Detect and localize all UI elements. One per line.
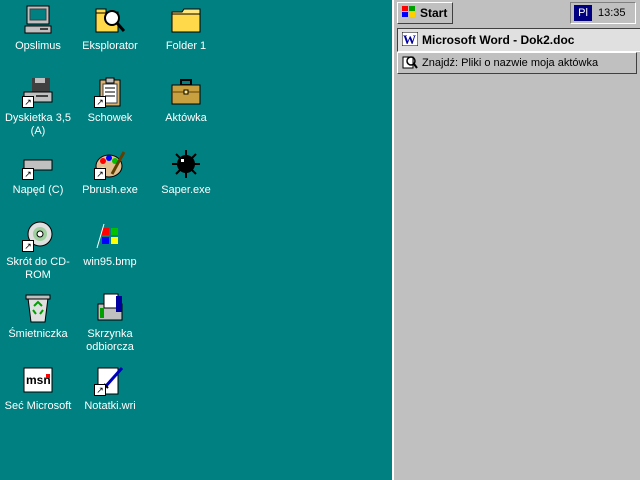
desktop-icon-recycle-bin[interactable]: Śmietniczka bbox=[2, 292, 74, 341]
icon-label: Napęd (C) bbox=[12, 184, 64, 196]
shortcut-arrow-icon: ↗ bbox=[94, 168, 106, 180]
windows-logo-icon bbox=[402, 5, 416, 21]
icon-label: Skrzynka odbiorcza bbox=[86, 328, 134, 353]
desktop-icon-briefcase[interactable]: Aktówka bbox=[150, 76, 222, 125]
icon-label: Saper.exe bbox=[161, 184, 211, 196]
desktop-icon-cdrom-shortcut[interactable]: ↗ Skrót do CD-ROM bbox=[2, 220, 74, 282]
desktop-icon-notatki[interactable]: ↗ Notatki.wri bbox=[74, 364, 146, 413]
minesweeper-icon bbox=[170, 148, 202, 180]
icon-label: Pbrush.exe bbox=[82, 184, 138, 196]
shortcut-arrow-icon: ↗ bbox=[22, 168, 34, 180]
desktop-icon-clipboard[interactable]: ↗ Schowek bbox=[74, 76, 146, 125]
cdrom-icon: ↗ bbox=[22, 220, 54, 252]
desktop-icon-folder-1[interactable]: Folder 1 bbox=[150, 4, 222, 53]
explorer-icon bbox=[94, 4, 126, 36]
icon-label: Schowek bbox=[87, 112, 133, 124]
taskbar: Start Pl 13:35 W Microsoft Word - Dok2.d… bbox=[392, 0, 640, 480]
desktop-icon-msn[interactable]: msn Seć Microsoft bbox=[2, 364, 74, 413]
icon-label: Aktówka bbox=[165, 112, 207, 124]
icon-label: Opslimus bbox=[15, 40, 61, 52]
task-button-find[interactable]: Znajdź: Pliki o nazwie moja aktówka bbox=[397, 52, 637, 74]
icon-label: Śmietniczka bbox=[8, 328, 68, 340]
floppy-drive-icon: ↗ bbox=[22, 76, 54, 108]
start-label: Start bbox=[420, 6, 448, 20]
icon-label: Notatki.wri bbox=[84, 400, 136, 412]
inbox-icon bbox=[94, 292, 126, 324]
desktop-icon-floppy[interactable]: ↗ Dyskietka 3,5 (A) bbox=[2, 76, 74, 138]
desktop-icon-my-computer[interactable]: Opslimus bbox=[2, 4, 74, 53]
desktop-icon-drive-c[interactable]: ↗ Napęd (C) bbox=[2, 148, 74, 197]
task-label: Microsoft Word - Dok2.doc bbox=[422, 33, 575, 47]
icon-label: Dyskietka 3,5 (A) bbox=[4, 112, 72, 137]
svg-text:W: W bbox=[403, 32, 416, 46]
find-icon bbox=[402, 55, 418, 72]
bitmap-icon bbox=[94, 220, 126, 252]
computer-icon bbox=[22, 4, 54, 36]
icon-label: Eksplorator bbox=[82, 40, 138, 52]
word-icon: W bbox=[401, 31, 419, 49]
icon-label: Folder 1 bbox=[165, 40, 207, 52]
start-button[interactable]: Start bbox=[397, 2, 453, 24]
paintbrush-icon: ↗ bbox=[94, 148, 126, 180]
shortcut-arrow-icon: ↗ bbox=[22, 240, 34, 252]
write-document-icon: ↗ bbox=[94, 364, 126, 396]
desktop-icon-inbox[interactable]: Skrzynka odbiorcza bbox=[74, 292, 146, 354]
clock[interactable]: 13:35 bbox=[598, 7, 626, 19]
desktop-icon-win95-bmp[interactable]: win95.bmp bbox=[74, 220, 146, 269]
hard-drive-icon: ↗ bbox=[22, 148, 54, 180]
task-label: Znajdź: Pliki o nazwie moja aktówka bbox=[422, 57, 599, 69]
system-tray: Pl 13:35 bbox=[570, 2, 636, 24]
icon-label: win95.bmp bbox=[83, 256, 137, 268]
clipboard-icon: ↗ bbox=[94, 76, 126, 108]
shortcut-arrow-icon: ↗ bbox=[22, 96, 34, 108]
language-indicator[interactable]: Pl bbox=[574, 5, 592, 21]
desktop-icon-saper[interactable]: Saper.exe bbox=[150, 148, 222, 197]
icon-label: Skrót do CD-ROM bbox=[6, 256, 70, 281]
briefcase-icon bbox=[170, 76, 202, 108]
desktop-icon-pbrush[interactable]: ↗ Pbrush.exe bbox=[74, 148, 146, 197]
shortcut-arrow-icon: ↗ bbox=[94, 384, 106, 396]
msn-icon: msn bbox=[22, 364, 54, 396]
folder-icon bbox=[170, 4, 202, 36]
desktop-icon-explorer[interactable]: Eksplorator bbox=[74, 4, 146, 53]
shortcut-arrow-icon: ↗ bbox=[94, 96, 106, 108]
task-button-word[interactable]: W Microsoft Word - Dok2.doc bbox=[397, 28, 640, 52]
icon-label: Seć Microsoft bbox=[4, 400, 72, 412]
desktop: Opslimus Eksplorator Folder 1 ↗ Dyskietk… bbox=[0, 0, 392, 480]
recycle-bin-icon bbox=[22, 292, 54, 324]
